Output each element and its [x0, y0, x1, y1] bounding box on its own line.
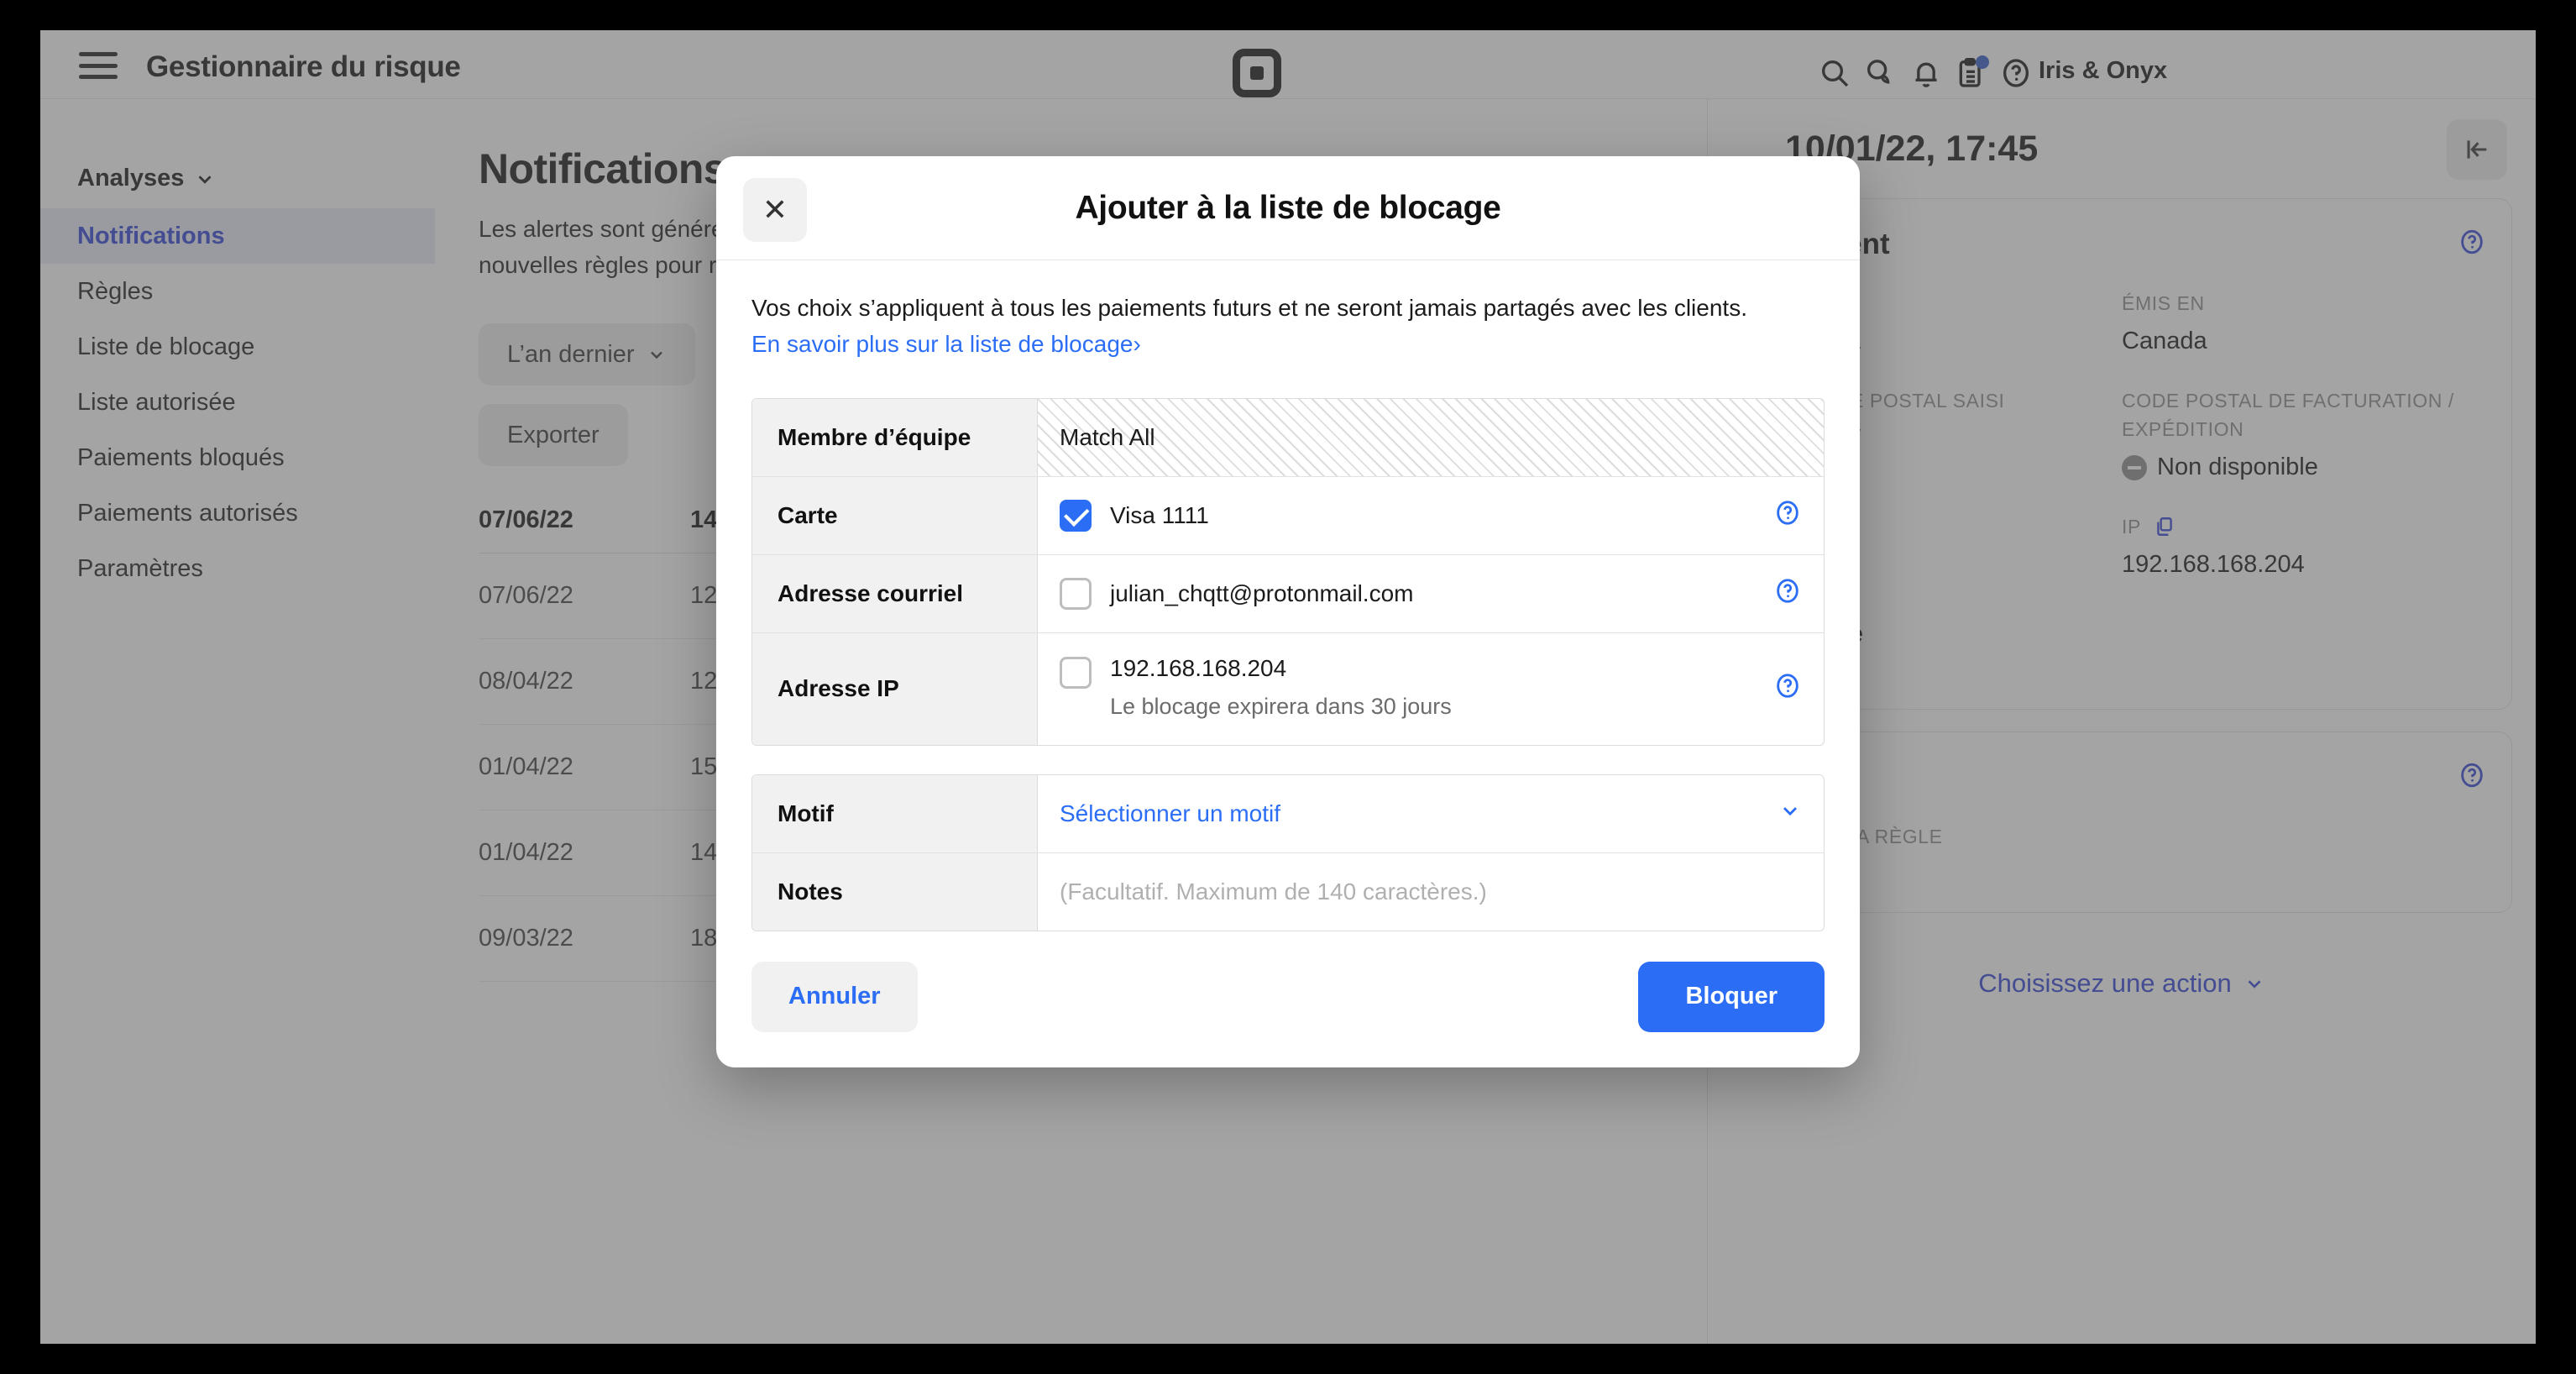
row-value: Visa 1111 — [1038, 477, 1824, 554]
ip-expiry-note: Le blocage expirera dans 30 jours — [1110, 693, 1452, 719]
row-value: 192.168.168.204 Le blocage expirera dans… — [1038, 633, 1824, 745]
row-motif: Motif Sélectionner un motif — [752, 774, 1824, 852]
row-label: Notes — [752, 852, 1038, 931]
device-bezel: Gestionnaire du risque — [0, 0, 2576, 1374]
modal-header: ✕ Ajouter à la liste de blocage — [716, 156, 1860, 260]
row-carte: Carte Visa 1111 — [752, 475, 1824, 554]
reason-notes-table: Motif Sélectionner un motif Notes (Facul… — [751, 774, 1825, 931]
modal-description: Vos choix s’appliquent à tous les paieme… — [751, 291, 1825, 363]
help-icon[interactable] — [1773, 498, 1802, 532]
ip-value-stack: 192.168.168.204 Le blocage expirera dans… — [1110, 655, 1452, 720]
row-label: Carte — [752, 476, 1038, 554]
motif-selected-value: Sélectionner un motif — [1060, 800, 1281, 826]
block-button[interactable]: Bloquer — [1638, 961, 1825, 1032]
row-value-text: Match All — [1060, 423, 1155, 450]
row-label: Adresse IP — [752, 632, 1038, 745]
row-value: julian_chqtt@protonmail.com — [1038, 555, 1824, 632]
carte-checkbox[interactable] — [1060, 499, 1092, 532]
cancel-button[interactable]: Annuler — [751, 961, 918, 1032]
modal-description-text: Vos choix s’appliquent à tous les paieme… — [751, 295, 1747, 321]
row-value-text: julian_chqtt@protonmail.com — [1110, 579, 1414, 606]
modal-title: Ajouter à la liste de blocage — [1075, 189, 1501, 226]
add-to-blocklist-modal: ✕ Ajouter à la liste de blocage Vos choi… — [716, 156, 1860, 1067]
row-label: Membre d’équipe — [752, 398, 1038, 476]
blocklist-learn-more-link[interactable]: En savoir plus sur la liste de blocage› — [751, 331, 1141, 357]
notes-placeholder: (Facultatif. Maximum de 140 caractères.) — [1060, 878, 1487, 905]
blocklist-field-table: Membre d’équipe Match All Carte Visa 111… — [751, 397, 1825, 746]
close-icon[interactable]: ✕ — [743, 178, 807, 242]
row-label: Adresse courriel — [752, 554, 1038, 632]
link-text: En savoir plus sur la liste de blocage — [751, 330, 1134, 357]
motif-select[interactable]: Sélectionner un motif — [1038, 775, 1824, 852]
chevron-down-icon — [1778, 799, 1802, 828]
row-adresse-ip: Adresse IP 192.168.168.204 Le blocage ex… — [752, 632, 1824, 745]
modal-footer: Annuler Bloquer — [716, 931, 1860, 1067]
screen: Gestionnaire du risque — [40, 30, 2536, 1344]
ip-checkbox[interactable] — [1060, 656, 1092, 689]
row-adresse-courriel: Adresse courriel julian_chqtt@protonmail… — [752, 553, 1824, 632]
row-label: Motif — [752, 774, 1038, 852]
help-icon[interactable] — [1773, 576, 1802, 611]
modal-body: Vos choix s’appliquent à tous les paieme… — [716, 260, 1860, 931]
help-icon[interactable] — [1773, 672, 1802, 706]
row-value-hatched: Match All — [1038, 398, 1824, 476]
email-checkbox[interactable] — [1060, 577, 1092, 610]
row-value-text: Visa 1111 — [1110, 501, 1209, 528]
notes-field[interactable]: (Facultatif. Maximum de 140 caractères.) — [1038, 853, 1824, 931]
row-value-text: 192.168.168.204 — [1110, 654, 1287, 681]
row-membre-equipe: Membre d’équipe Match All — [752, 398, 1824, 476]
row-notes: Notes (Facultatif. Maximum de 140 caract… — [752, 852, 1824, 931]
